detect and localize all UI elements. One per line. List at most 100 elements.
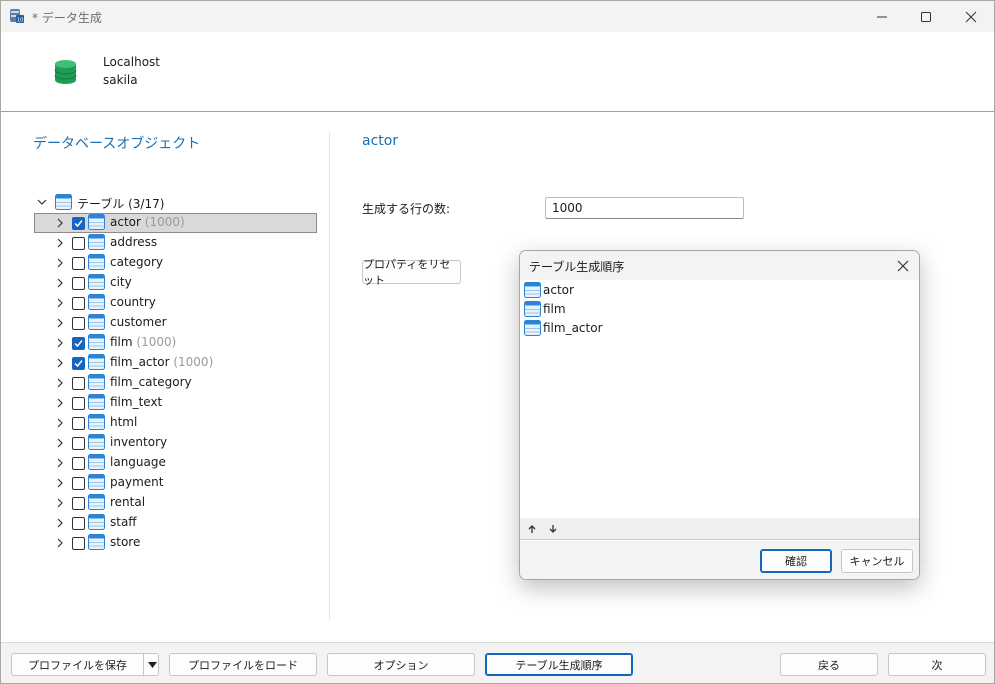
connection-header: Localhost sakila xyxy=(1,32,994,112)
table-row-label: film (1000) xyxy=(110,335,176,349)
table-icon xyxy=(88,414,105,430)
table-checkbox[interactable] xyxy=(72,477,85,490)
move-down-button[interactable] xyxy=(546,522,560,536)
save-profile-split-button[interactable]: プロファイルを保存 xyxy=(11,653,159,676)
table-row-label: country xyxy=(110,295,156,309)
table-name: staff xyxy=(110,515,137,529)
table-row-html[interactable]: html xyxy=(34,413,317,433)
table-checkbox[interactable] xyxy=(72,397,85,410)
data-generation-window: 101 * データ生成 Localhost sakila データベースオブジェク… xyxy=(0,0,995,684)
chevron-right-icon[interactable] xyxy=(55,298,65,308)
data-generation-app-icon: 101 xyxy=(10,9,25,24)
table-checkbox[interactable] xyxy=(72,317,85,330)
chevron-right-icon[interactable] xyxy=(55,518,65,528)
back-button[interactable]: 戻る xyxy=(780,653,878,676)
table-row-film[interactable]: film (1000) xyxy=(34,333,317,353)
chevron-right-icon[interactable] xyxy=(55,378,65,388)
dialog-toolbar xyxy=(520,518,919,540)
table-checkbox[interactable] xyxy=(72,337,85,350)
table-row-staff[interactable]: staff xyxy=(34,513,317,533)
table-name: film_actor xyxy=(110,355,170,369)
table-icon xyxy=(524,320,541,336)
options-button[interactable]: オプション xyxy=(327,653,475,676)
chevron-right-icon[interactable] xyxy=(55,438,65,448)
chevron-right-icon[interactable] xyxy=(55,538,65,548)
chevron-right-icon[interactable] xyxy=(55,478,65,488)
table-name: store xyxy=(110,535,141,549)
table-row-address[interactable]: address xyxy=(34,233,317,253)
move-up-button[interactable] xyxy=(525,522,539,536)
table-checkbox[interactable] xyxy=(72,537,85,550)
table-icon xyxy=(88,374,105,390)
table-name: country xyxy=(110,295,156,309)
chevron-right-icon[interactable] xyxy=(55,218,65,228)
order-list-item[interactable]: actor xyxy=(524,281,824,300)
table-row-film-category[interactable]: film_category xyxy=(34,373,317,393)
table-row-country[interactable]: country xyxy=(34,293,317,313)
table-checkbox[interactable] xyxy=(72,417,85,430)
table-row-customer[interactable]: customer xyxy=(34,313,317,333)
table-row-actor[interactable]: actor (1000) xyxy=(34,213,317,233)
table-icon xyxy=(88,294,105,310)
chevron-right-icon[interactable] xyxy=(55,398,65,408)
dialog-title-bar: テーブル生成順序 xyxy=(520,251,919,280)
save-profile-label[interactable]: プロファイルを保存 xyxy=(12,657,143,673)
database-name: sakila xyxy=(103,73,138,87)
chevron-down-icon[interactable] xyxy=(37,197,47,207)
chevron-right-icon[interactable] xyxy=(55,338,65,348)
tree-root-tables[interactable]: テーブル (3/17) xyxy=(34,193,317,212)
dialog-close-button[interactable] xyxy=(893,256,913,276)
load-profile-button[interactable]: プロファイルをロード xyxy=(169,653,317,676)
table-checkbox[interactable] xyxy=(72,497,85,510)
table-icon xyxy=(88,454,105,470)
table-checkbox[interactable] xyxy=(72,357,85,370)
table-row-category[interactable]: category xyxy=(34,253,317,273)
table-row-film-text[interactable]: film_text xyxy=(34,393,317,413)
maximize-button[interactable] xyxy=(903,1,949,32)
reset-properties-button[interactable]: プロパティをリセット xyxy=(362,258,461,287)
table-checkbox[interactable] xyxy=(72,277,85,290)
table-checkbox[interactable] xyxy=(72,297,85,310)
table-checkbox[interactable] xyxy=(72,437,85,450)
order-item-label: actor xyxy=(543,283,574,297)
table-icon xyxy=(88,534,105,550)
chevron-right-icon[interactable] xyxy=(55,358,65,368)
table-row-label: city xyxy=(110,275,132,289)
cancel-button[interactable]: キャンセル xyxy=(841,549,913,573)
table-row-payment[interactable]: payment xyxy=(34,473,317,493)
chevron-right-icon[interactable] xyxy=(55,458,65,468)
next-button[interactable]: 次 xyxy=(888,653,986,676)
chevron-right-icon[interactable] xyxy=(55,318,65,328)
table-row-city[interactable]: city xyxy=(34,273,317,293)
table-row-label: staff xyxy=(110,515,137,529)
table-row-film-actor[interactable]: film_actor (1000) xyxy=(34,353,317,373)
chevron-right-icon[interactable] xyxy=(55,278,65,288)
table-name: html xyxy=(110,415,138,429)
table-checkbox[interactable] xyxy=(72,257,85,270)
chevron-right-icon[interactable] xyxy=(55,498,65,508)
table-row-inventory[interactable]: inventory xyxy=(34,433,317,453)
minimize-button[interactable] xyxy=(859,1,905,32)
table-order-button[interactable]: テーブル生成順序 xyxy=(485,653,633,676)
table-checkbox[interactable] xyxy=(72,457,85,470)
save-profile-dropdown[interactable] xyxy=(143,653,160,676)
ok-button[interactable]: 確認 xyxy=(760,549,832,573)
order-list-item[interactable]: film xyxy=(524,300,824,319)
chevron-right-icon[interactable] xyxy=(55,418,65,428)
table-row-label: category xyxy=(110,255,163,269)
dialog-footer: 確認 キャンセル xyxy=(520,541,919,579)
chevron-right-icon[interactable] xyxy=(55,238,65,248)
order-item-label: film xyxy=(543,302,566,316)
chevron-right-icon[interactable] xyxy=(55,258,65,268)
rows-count-input[interactable] xyxy=(545,197,744,219)
table-row-rental[interactable]: rental xyxy=(34,493,317,513)
table-checkbox[interactable] xyxy=(72,217,85,230)
table-row-language[interactable]: language xyxy=(34,453,317,473)
table-checkbox[interactable] xyxy=(72,517,85,530)
table-row-label: address xyxy=(110,235,157,249)
table-row-store[interactable]: store xyxy=(34,533,317,553)
table-checkbox[interactable] xyxy=(72,237,85,250)
order-list-item[interactable]: film_actor xyxy=(524,319,824,338)
close-button[interactable] xyxy=(948,1,994,32)
table-checkbox[interactable] xyxy=(72,377,85,390)
